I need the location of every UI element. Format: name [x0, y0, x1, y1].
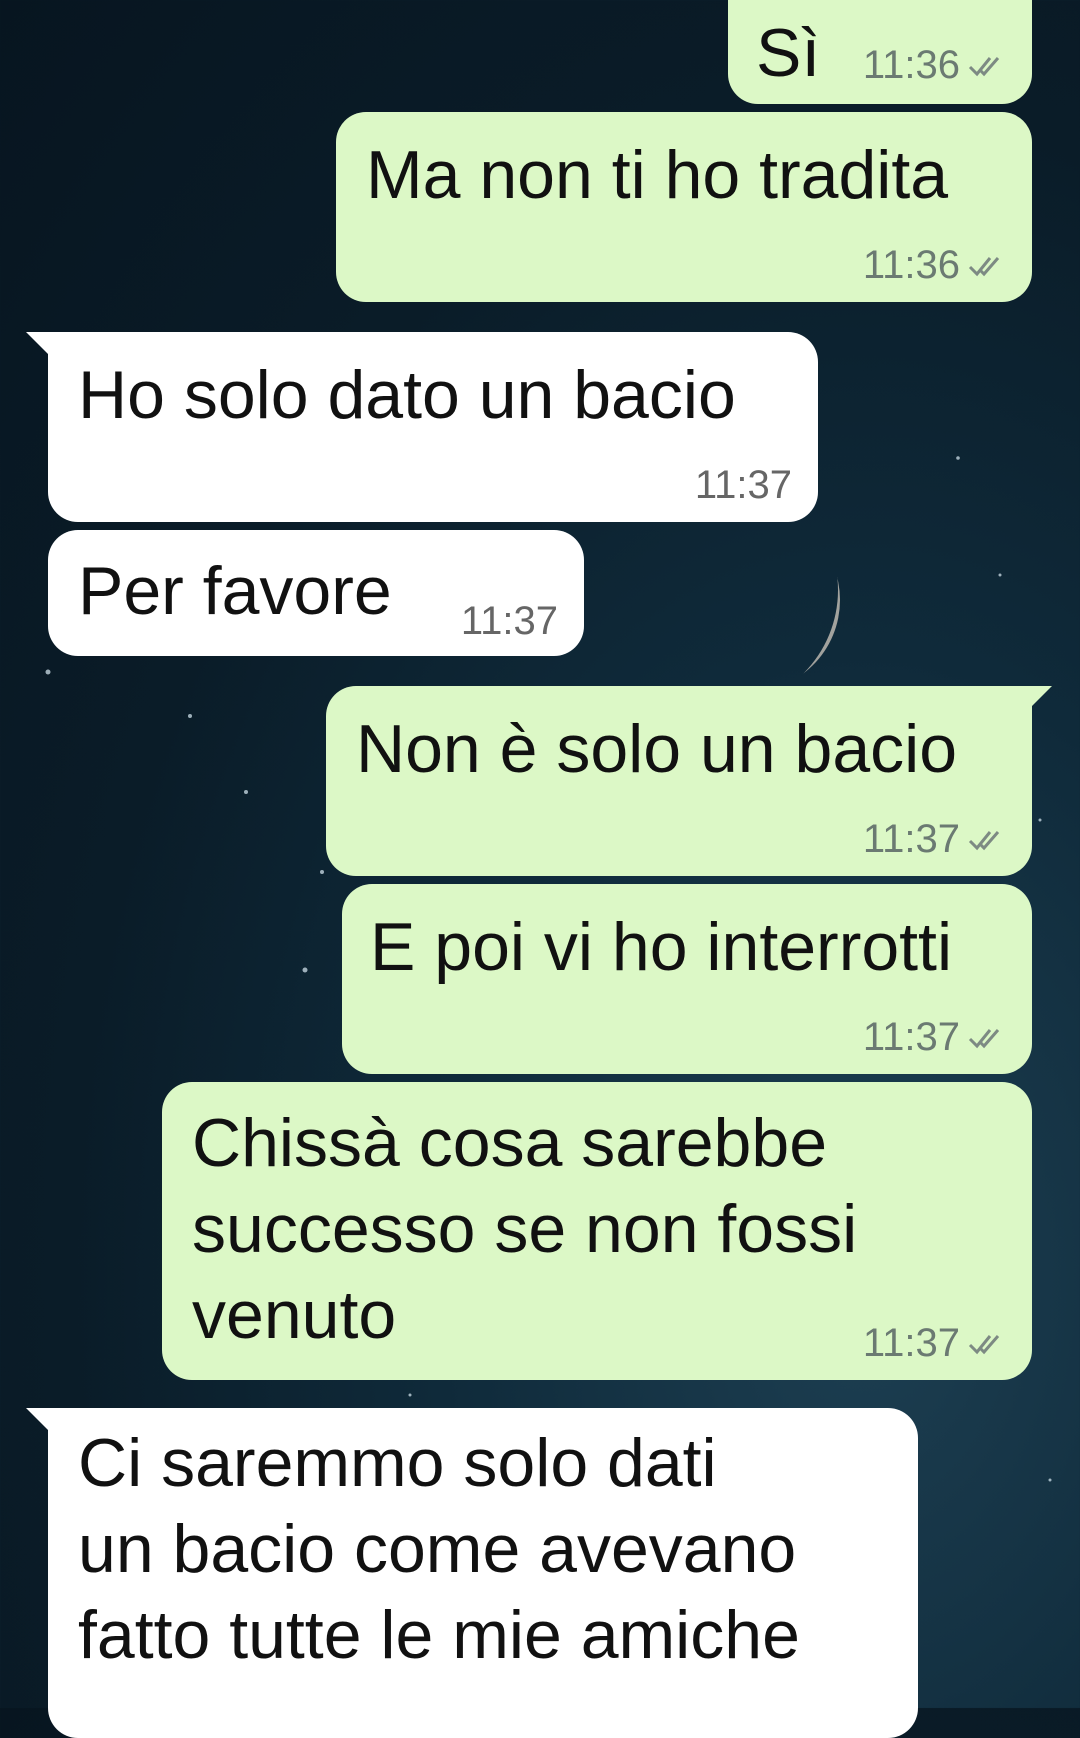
message-time: 11:37 [862, 817, 960, 861]
message-text-line: fatto tutte le mie amiche [78, 1597, 800, 1673]
message-text: Per favore [78, 553, 392, 629]
message-meta: 11:37 [863, 817, 1006, 862]
read-ticks-icon [968, 1334, 1000, 1354]
message-text: Non è solo un bacio [356, 711, 958, 787]
message-text: Sì [756, 15, 821, 91]
message-meta: 11:37 [461, 599, 558, 644]
message-meta: 11:37 [863, 1321, 1006, 1366]
message-bubble-outgoing[interactable]: Ma non ti ho tradita 11:36 [336, 112, 1032, 302]
message-text: Ma non ti ho tradita [366, 137, 949, 213]
read-ticks-icon [968, 1028, 1000, 1048]
message-time: 11:37 [460, 599, 558, 643]
message-bubble-incoming[interactable]: Ho solo dato un bacio 11:37 [48, 332, 818, 522]
message-time: 11:37 [862, 1321, 960, 1365]
message-time: 11:37 [862, 1015, 960, 1059]
message-time: 11:37 [694, 463, 792, 507]
message-bubble-outgoing[interactable]: Chissà cosa sarebbe successo se non foss… [162, 1082, 1032, 1380]
message-text-line: un bacio come avevano [78, 1511, 797, 1587]
crescent-moon-icon [656, 508, 840, 692]
message-text-line: Chissà cosa sarebbe [192, 1105, 828, 1181]
read-ticks-icon [968, 56, 1000, 76]
message-text-line: successo se non fossi [192, 1191, 858, 1267]
message-bubble-outgoing[interactable]: Non è solo un bacio 11:37 [326, 686, 1032, 876]
read-ticks-icon [968, 256, 1000, 276]
message-meta: 11:37 [695, 463, 792, 508]
message-meta: 11:36 [863, 43, 1006, 88]
message-text-line: venuto [192, 1277, 397, 1353]
message-bubble-outgoing[interactable]: E poi vi ho interrotti 11:37 [342, 884, 1032, 1074]
message-meta: 11:36 [863, 243, 1006, 288]
message-bubble-outgoing[interactable]: Sì 11:36 [728, 0, 1032, 104]
message-bubble-incoming[interactable]: Ci saremmo solo dati un bacio come aveva… [48, 1408, 918, 1738]
message-text-line: Ci saremmo solo dati [78, 1425, 717, 1501]
message-time: 11:36 [862, 243, 960, 287]
message-meta: 11:37 [863, 1015, 1006, 1060]
message-text: E poi vi ho interrotti [370, 909, 953, 985]
message-time: 11:36 [862, 43, 960, 87]
message-text: Ho solo dato un bacio [78, 357, 736, 433]
read-ticks-icon [968, 830, 1000, 850]
message-bubble-incoming[interactable]: Per favore 11:37 [48, 530, 584, 656]
